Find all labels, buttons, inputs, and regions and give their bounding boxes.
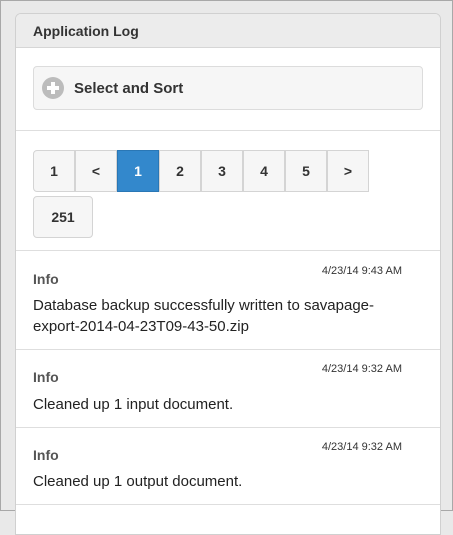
page-button-5[interactable]: 5	[285, 150, 327, 192]
pagination: 1 < 1 2 3 4 5 > 251	[33, 150, 433, 240]
select-and-sort-label: Select and Sort	[74, 79, 184, 97]
last-page-button[interactable]: 251	[33, 196, 93, 238]
log-entry[interactable]: Info 4/23/14 9:32 AM Cleaned up 1 input …	[16, 350, 440, 427]
log-entry[interactable]: Info 4/23/14 9:43 AM Database backup suc…	[16, 251, 440, 349]
log-message: Database backup successfully written to …	[33, 297, 375, 335]
page-button-3[interactable]: 3	[201, 150, 243, 192]
log-level: Info	[33, 271, 59, 287]
panel-header: Application Log	[16, 14, 440, 48]
log-level: Info	[33, 447, 59, 463]
divider	[16, 504, 440, 505]
app-frame: Application Log Select and Sort 1 < 1 2 …	[0, 0, 453, 535]
plus-circle-icon	[42, 77, 64, 99]
log-message: Cleaned up 1 input document.	[33, 396, 234, 413]
page-button-4[interactable]: 4	[243, 150, 285, 192]
panel-title: Application Log	[33, 22, 139, 39]
log-entry[interactable]: Info 4/23/14 9:32 AM Cleaned up 1 output…	[16, 428, 440, 504]
application-log-panel: Application Log Select and Sort 1 < 1 2 …	[15, 13, 441, 535]
log-timestamp: 4/23/14 9:32 AM	[321, 441, 402, 453]
log-timestamp: 4/23/14 9:43 AM	[321, 265, 402, 277]
select-and-sort-button[interactable]: Select and Sort	[33, 66, 423, 110]
prev-page-button[interactable]: <	[75, 150, 117, 192]
page-button-1[interactable]: 1	[117, 150, 159, 192]
next-page-button[interactable]: >	[327, 150, 369, 192]
log-timestamp: 4/23/14 9:32 AM	[321, 363, 402, 375]
log-message: Cleaned up 1 output document.	[33, 473, 243, 490]
log-level: Info	[33, 369, 59, 385]
first-page-button[interactable]: 1	[33, 150, 75, 192]
divider	[16, 130, 440, 131]
page-button-2[interactable]: 2	[159, 150, 201, 192]
